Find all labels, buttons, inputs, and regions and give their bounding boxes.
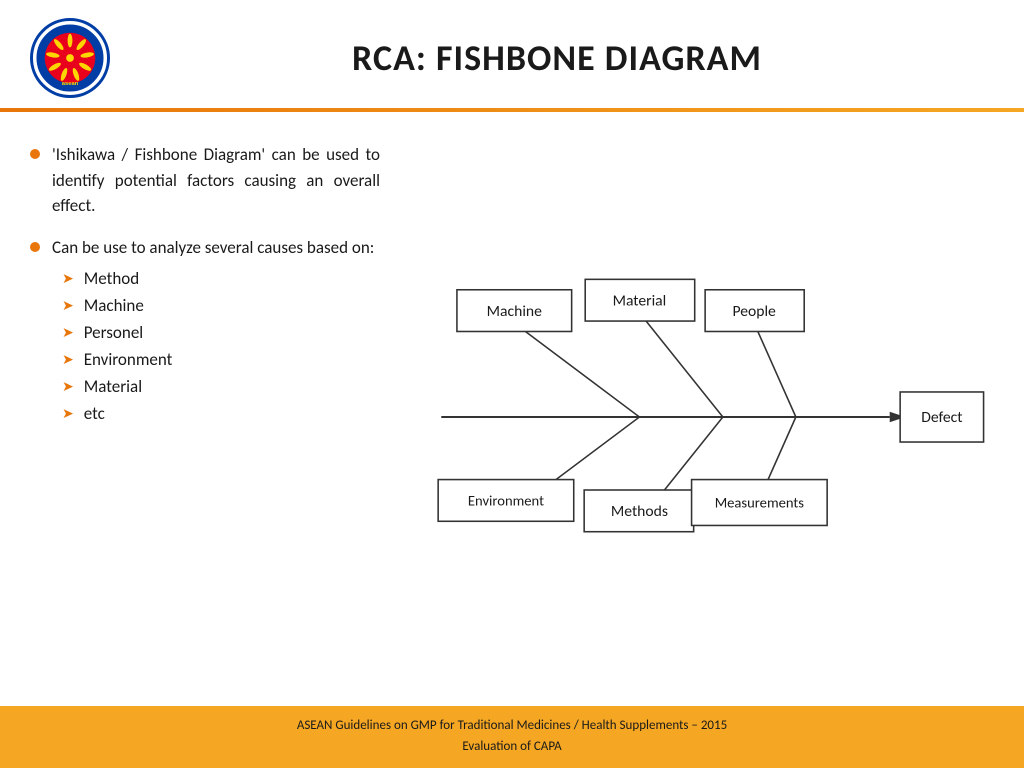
sub-item-etc: ➤ etc <box>62 403 374 424</box>
footer-line2: Evaluation of CAPA <box>30 737 994 758</box>
title-area: RCA: FISHBONE DIAGRAM <box>130 36 984 80</box>
sub-label-environment: Environment <box>84 349 173 370</box>
sub-item-environment: ➤ Environment <box>62 349 374 370</box>
defect-label: Defect <box>921 408 962 427</box>
arrow-icon-1: ➤ <box>62 270 74 287</box>
arrow-icon-2: ➤ <box>62 297 74 314</box>
machine-label: Machine <box>487 302 542 321</box>
footer-line1: ASEAN Guidelines on GMP for Traditional … <box>30 716 994 737</box>
arrow-icon-6: ➤ <box>62 405 74 422</box>
sub-item-personel: ➤ Personel <box>62 322 374 343</box>
bullet-text-wrapper-2: Can be use to analyze several causes bas… <box>52 235 374 431</box>
environment-label: Environment <box>468 492 544 510</box>
sub-label-etc: etc <box>84 403 105 424</box>
sub-item-material: ➤ Material <box>62 376 374 397</box>
fishbone-svg: Machine Material People Environment Meth… <box>410 142 994 692</box>
sub-item-machine: ➤ Machine <box>62 295 374 316</box>
arrow-icon-3: ➤ <box>62 324 74 341</box>
sub-item-method: ➤ Method <box>62 268 374 289</box>
sub-list: ➤ Method ➤ Machine ➤ Personel ➤ Environm… <box>62 268 374 424</box>
svg-text:asean: asean <box>62 81 79 87</box>
bullet-dot-2 <box>30 242 40 252</box>
sub-label-machine: Machine <box>84 295 144 316</box>
methods-label: Methods <box>611 502 668 521</box>
sub-label-personel: Personel <box>84 322 143 343</box>
sub-label-method: Method <box>84 268 139 289</box>
measurements-label: Measurements <box>715 494 805 512</box>
bullet-item-2: Can be use to analyze several causes bas… <box>30 235 380 431</box>
material-label: Material <box>613 291 667 310</box>
logo: asean <box>30 18 110 98</box>
fishbone-diagram: Machine Material People Environment Meth… <box>410 142 994 692</box>
orange-divider <box>0 108 1024 112</box>
sub-label-material: Material <box>84 376 142 397</box>
header: asean RCA: FISHBONE DIAGRAM <box>0 0 1024 108</box>
arrow-icon-4: ➤ <box>62 351 74 368</box>
bullet-text-1: 'Ishikawa / Fishbone Diagram' can be use… <box>52 142 380 219</box>
bullet-item-1: 'Ishikawa / Fishbone Diagram' can be use… <box>30 142 380 219</box>
people-label: People <box>732 302 776 321</box>
page-title: RCA: FISHBONE DIAGRAM <box>130 36 984 80</box>
text-content: 'Ishikawa / Fishbone Diagram' can be use… <box>30 142 390 692</box>
bullet-dot-1 <box>30 149 40 159</box>
footer: ASEAN Guidelines on GMP for Traditional … <box>0 706 1024 768</box>
bullet-text-2: Can be use to analyze several causes bas… <box>52 235 374 261</box>
main-content: 'Ishikawa / Fishbone Diagram' can be use… <box>0 122 1024 702</box>
arrow-icon-5: ➤ <box>62 378 74 395</box>
